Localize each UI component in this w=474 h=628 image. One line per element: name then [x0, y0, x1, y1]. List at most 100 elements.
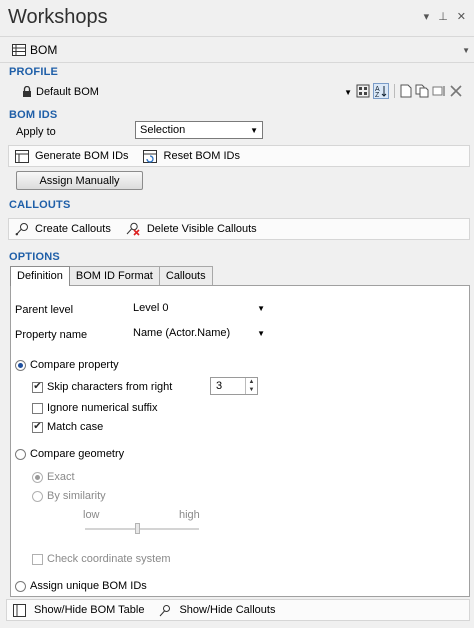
profile-dropdown[interactable]: Default BOM ▼	[22, 84, 352, 100]
rename-icon[interactable]	[432, 84, 446, 98]
title-divider	[0, 36, 474, 37]
compare-geometry-radio[interactable]: Compare geometry	[15, 448, 124, 460]
match-case-checkbox[interactable]: ✔ Match case	[32, 421, 103, 433]
property-name-dropdown[interactable]: Name (Actor.Name) ▼	[133, 327, 265, 339]
assign-unique-radio[interactable]: Assign unique BOM IDs	[15, 580, 147, 592]
similarity-label: By similarity	[47, 490, 106, 502]
stepper-arrows[interactable]: ▲ ▼	[245, 378, 257, 394]
compare-property-radio[interactable]: Compare property	[15, 359, 119, 371]
similarity-high-label: high	[179, 509, 200, 521]
bom-divider	[0, 62, 474, 63]
sort-grid-icon[interactable]	[356, 84, 370, 98]
show-hide-bom-table-label: Show/Hide BOM Table	[34, 604, 145, 616]
skip-characters-value: 3	[216, 380, 223, 392]
create-callouts-button[interactable]: Create Callouts	[9, 222, 119, 236]
bom-selector[interactable]: BOM ▼	[12, 42, 470, 58]
delete-visible-callouts-button[interactable]: Delete Visible Callouts	[119, 222, 265, 236]
callout-icon	[160, 604, 171, 616]
similarity-slider-thumb[interactable]	[135, 523, 140, 534]
options-section-header: OPTIONS	[9, 251, 60, 263]
skip-characters-checkbox[interactable]: ✔ Skip characters from right	[32, 381, 172, 393]
assign-unique-radio-circle	[15, 580, 26, 592]
callouts-toolbar: Create Callouts Delete Visible Callouts	[8, 218, 470, 240]
callouts-section-header: CALLOUTS	[9, 199, 71, 211]
chevron-down-icon: ▼	[344, 87, 352, 97]
delete-callout-icon	[126, 222, 140, 236]
generate-bom-ids-label: Generate BOM IDs	[35, 150, 129, 162]
toolbar-divider	[394, 84, 395, 98]
checkbox-checked-icon: ✔	[32, 421, 43, 433]
compare-property-radio-circle	[15, 359, 26, 371]
show-hide-bom-table-button[interactable]: Show/Hide BOM Table	[7, 603, 152, 617]
check-coordinate-label: Check coordinate system	[47, 553, 171, 565]
assign-manually-button[interactable]: Assign Manually	[16, 171, 143, 190]
profile-selected: Default BOM	[36, 86, 99, 98]
create-callout-icon	[15, 223, 28, 236]
panel-menu-icon[interactable]: ▾	[424, 10, 430, 23]
assign-unique-label: Assign unique BOM IDs	[30, 580, 147, 592]
similarity-radio[interactable]: By similarity	[32, 490, 106, 502]
copy-document-icon[interactable]	[415, 84, 429, 98]
options-tab-strip: Definition BOM ID Format Callouts	[10, 266, 213, 286]
bom-ids-toolbar: Generate BOM IDs Reset BOM IDs	[8, 145, 470, 167]
sort-az-icon[interactable]: A Z	[373, 83, 389, 99]
check-coordinate-checkbox[interactable]: Check coordinate system	[32, 553, 171, 565]
delete-profile-icon[interactable]	[449, 84, 463, 98]
apply-to-label: Apply to	[16, 126, 56, 138]
bom-ids-section-header: BOM IDS	[9, 109, 58, 121]
reset-bom-ids-label: Reset BOM IDs	[163, 150, 240, 162]
lock-icon	[23, 86, 31, 97]
exact-radio-circle	[32, 471, 43, 483]
pin-icon[interactable]: ⊥	[438, 10, 448, 23]
property-name-value: Name (Actor.Name)	[133, 327, 231, 339]
reset-bom-ids-button[interactable]: Reset BOM IDs	[137, 149, 248, 163]
similarity-radio-circle	[32, 490, 43, 502]
match-case-label: Match case	[47, 421, 104, 433]
chevron-down-icon: ▼	[250, 125, 258, 135]
ignore-suffix-label: Ignore numerical suffix	[47, 402, 158, 414]
property-name-label: Property name	[15, 329, 88, 341]
bom-selector-label: BOM	[30, 43, 58, 57]
tab-callouts[interactable]: Callouts	[158, 266, 213, 286]
show-hide-callouts-button[interactable]: Show/Hide Callouts	[152, 604, 283, 617]
tab-definition[interactable]: Definition	[10, 266, 70, 286]
similarity-low-label: low	[83, 509, 100, 521]
chevron-down-icon: ▼	[257, 328, 265, 338]
tab-bom-id-format[interactable]: BOM ID Format	[68, 266, 160, 286]
skip-characters-label: Skip characters from right	[47, 381, 173, 393]
new-document-icon[interactable]	[400, 84, 412, 98]
checkbox-unchecked-icon	[32, 402, 43, 414]
generate-bom-icon	[15, 149, 29, 163]
checkbox-checked-icon: ✔	[32, 381, 43, 393]
create-callouts-label: Create Callouts	[35, 223, 111, 235]
footer-toolbar: Show/Hide BOM Table Show/Hide Callouts	[6, 599, 470, 621]
parent-level-label: Parent level	[15, 304, 74, 316]
chevron-down-icon: ▼	[462, 45, 470, 55]
compare-property-label: Compare property	[30, 359, 119, 371]
skip-characters-stepper[interactable]: 3 ▲ ▼	[210, 377, 258, 395]
reset-bom-icon	[142, 149, 157, 163]
panel-title: Workshops	[8, 6, 108, 28]
assign-manually-label: Assign Manually	[39, 174, 120, 187]
profile-toolbar: A Z	[356, 83, 463, 99]
bom-table-icon	[13, 603, 26, 617]
definition-panel: Parent level Level 0 ▼ Property name Nam…	[10, 285, 470, 597]
generate-bom-ids-button[interactable]: Generate BOM IDs	[9, 149, 137, 163]
delete-visible-callouts-label: Delete Visible Callouts	[146, 223, 257, 235]
checkbox-unchecked-icon	[32, 553, 43, 565]
apply-to-value: Selection	[140, 124, 186, 136]
profile-section-header: PROFILE	[9, 66, 59, 78]
similarity-slider-track[interactable]	[85, 528, 199, 530]
svg-text:Z: Z	[375, 92, 380, 99]
exact-label: Exact	[47, 471, 75, 483]
stepper-down-icon[interactable]: ▼	[249, 387, 255, 393]
compare-geometry-label: Compare geometry	[30, 448, 125, 460]
exact-radio[interactable]: Exact	[32, 471, 75, 483]
parent-level-dropdown[interactable]: Level 0 ▼	[133, 302, 265, 314]
close-icon[interactable]: ✕	[457, 10, 466, 23]
stepper-up-icon[interactable]: ▲	[249, 379, 255, 385]
parent-level-value: Level 0	[133, 302, 169, 314]
show-hide-callouts-label: Show/Hide Callouts	[179, 604, 276, 616]
ignore-suffix-checkbox[interactable]: Ignore numerical suffix	[32, 402, 157, 414]
apply-to-dropdown[interactable]: Selection ▼	[135, 121, 263, 139]
